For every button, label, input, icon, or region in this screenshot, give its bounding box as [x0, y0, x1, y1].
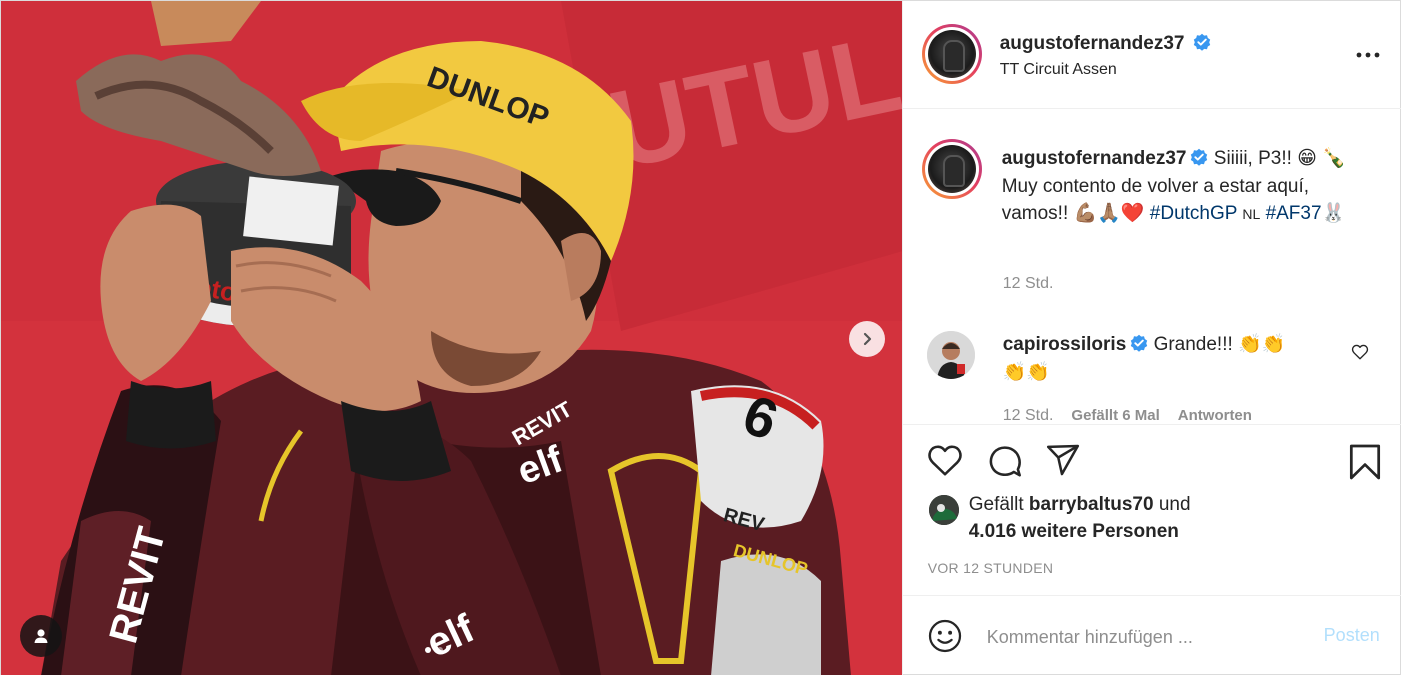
- carousel-indicator: [425, 647, 443, 653]
- post-comment-button[interactable]: Posten: [1324, 625, 1380, 646]
- likes-others[interactable]: 4.016 weitere Personen: [969, 521, 1179, 542]
- post-media[interactable]: UTUL DUNLOP motogp elf elf REVIT REV DUN…: [1, 1, 902, 675]
- reply-button[interactable]: Antworten: [1178, 407, 1252, 424]
- comment-like-button[interactable]: [1351, 343, 1369, 366]
- post-header: augustofernandez37 TT Circuit Assen: [902, 1, 1401, 109]
- verified-badge-icon: [1191, 148, 1208, 166]
- comments-section[interactable]: augustofernandez37 Siiiii, P3!! 😁 🍾 Muy …: [902, 109, 1401, 425]
- carousel-dot: [437, 647, 443, 653]
- caption: augustofernandez37 Siiiii, P3!! 😁 🍾 Muy …: [1002, 145, 1372, 229]
- save-button[interactable]: [1348, 443, 1382, 486]
- tagged-users-button[interactable]: [20, 615, 62, 657]
- likes-prefix: Gefällt: [968, 494, 1024, 515]
- commenter-avatar[interactable]: [926, 331, 975, 379]
- like-button[interactable]: [927, 443, 963, 482]
- hashtag-dutchgp[interactable]: #DutchGP: [1150, 203, 1237, 224]
- likes-joiner: und: [1158, 494, 1191, 515]
- flag-label: NL: [1242, 206, 1261, 222]
- hashtag-af37[interactable]: #AF37: [1266, 203, 1322, 224]
- caption-text-part1: Siiiii, P3!! 😁: [1213, 148, 1317, 169]
- heart-icon: [927, 445, 962, 476]
- comment-likes[interactable]: Gefällt 6 Mal: [1071, 407, 1159, 424]
- comment-icon: [989, 446, 1021, 477]
- bookmark-icon: [1349, 444, 1380, 480]
- post-actions: Gefällt barrybaltus70 und 4.016 weitere …: [903, 425, 1401, 595]
- caption-timestamp[interactable]: 12 Std.: [1003, 275, 1054, 293]
- emoji-button[interactable]: [927, 618, 963, 659]
- likes-summary: Gefällt barrybaltus70 und 4.016 weitere …: [969, 491, 1389, 545]
- author-username[interactable]: augustofernandez37: [1000, 33, 1185, 54]
- emoji-icon: [928, 619, 961, 653]
- author-avatar[interactable]: [921, 24, 982, 84]
- more-options-button[interactable]: [1356, 45, 1380, 63]
- small-heart-icon: [1351, 344, 1368, 360]
- comment-input[interactable]: [986, 624, 1287, 650]
- verified-badge-icon: [1131, 334, 1148, 352]
- post-modal: UTUL DUNLOP motogp elf elf REVIT REV DUN…: [0, 0, 1401, 675]
- more-options-icon: [1356, 52, 1380, 58]
- comment-username[interactable]: capirossiloris: [1003, 334, 1127, 355]
- caption-username[interactable]: augustofernandez37: [1002, 148, 1187, 169]
- post-details-panel: augustofernandez37 TT Circuit Assen augu…: [901, 1, 1401, 675]
- liker-username[interactable]: barrybaltus70: [1029, 494, 1154, 515]
- share-icon: [1046, 444, 1079, 476]
- caption-author-avatar[interactable]: [921, 139, 982, 199]
- carousel-next-button[interactable]: [849, 321, 885, 357]
- add-comment-bar: Posten: [902, 595, 1401, 675]
- caption-emoji: 🐰: [1321, 203, 1346, 224]
- post-location[interactable]: TT Circuit Assen: [1000, 61, 1117, 79]
- chevron-right-icon: [863, 332, 872, 346]
- share-button[interactable]: [1045, 443, 1081, 482]
- post-timestamp[interactable]: VOR 12 STUNDEN: [928, 560, 1054, 576]
- comment-time[interactable]: 12 Std.: [1003, 407, 1054, 424]
- user-tag-icon: [34, 629, 48, 643]
- post-photo: UTUL DUNLOP motogp elf elf REVIT REV DUN…: [1, 1, 902, 675]
- comment-meta: 12 Std. Gefällt 6 Mal Antworten: [1003, 407, 1252, 424]
- liker-avatar[interactable]: [928, 495, 959, 525]
- verified-badge-icon: [1193, 33, 1211, 51]
- comment-item: capirossiloris Grande!!! 👏👏 👏👏: [1003, 331, 1333, 386]
- carousel-dot-active: [425, 647, 431, 653]
- comment-button[interactable]: [987, 443, 1023, 484]
- comment-text: Grande!!! 👏👏: [1153, 334, 1286, 355]
- comment-text-line2: 👏👏: [1002, 361, 1051, 383]
